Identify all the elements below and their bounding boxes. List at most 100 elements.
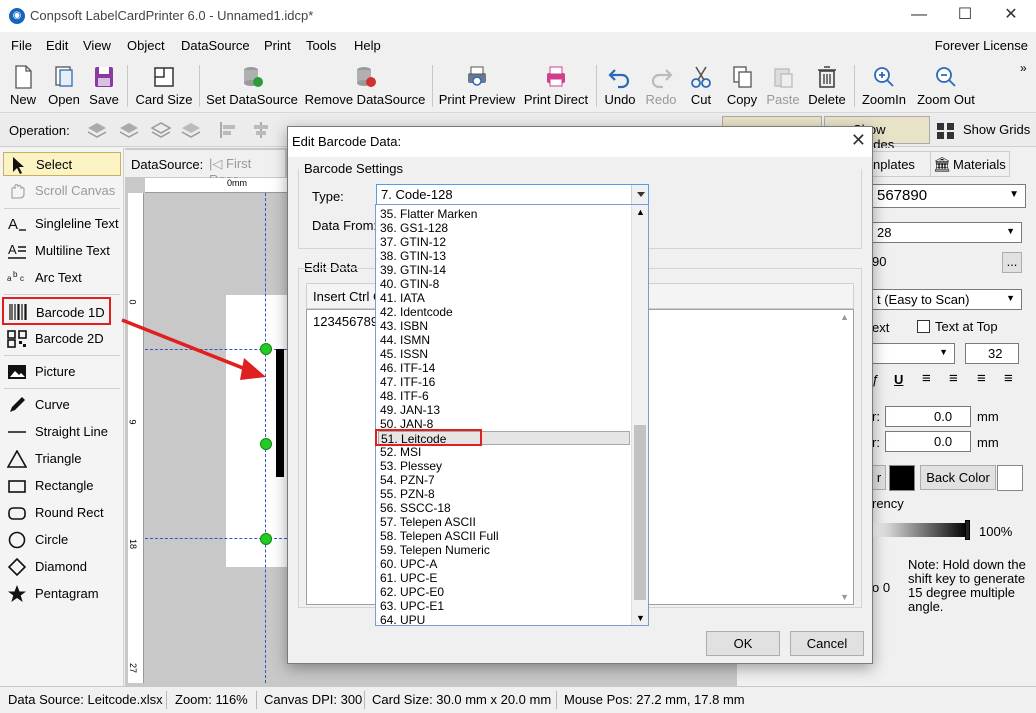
scroll-up-icon[interactable]: ▲ — [840, 312, 849, 322]
x-position-spinner[interactable]: 0.0 — [885, 406, 971, 427]
menu-help[interactable]: Help — [354, 38, 381, 53]
barcode-type-option[interactable]: 49. JAN-13 — [378, 403, 630, 417]
y-position-spinner[interactable]: 0.0 — [885, 431, 971, 452]
barcode-type-list[interactable]: 35. Flatter Marken 36. GS1-128 37. GTIN-12… — [375, 204, 649, 627]
scroll-down-icon[interactable]: ▼ — [636, 613, 645, 623]
tool-barcode-2d[interactable]: Barcode 2D — [3, 327, 121, 351]
barcode-type-option[interactable]: 62. UPC-E0 — [378, 585, 630, 599]
print-preview-button[interactable]: Print Preview — [438, 61, 516, 111]
barcode-type-option[interactable]: 56. SSCC-18 — [378, 501, 630, 515]
tool-triangle[interactable]: Triangle — [3, 447, 121, 471]
font-combo[interactable]: ▼ — [872, 343, 955, 364]
font-size-spinner[interactable]: 32 — [965, 343, 1019, 364]
underline-icon[interactable]: U — [894, 372, 903, 387]
transparency-slider[interactable] — [872, 523, 968, 537]
insert-ctrl-button[interactable]: Insert Ctrl C — [313, 289, 382, 304]
barcode-type-option[interactable]: 40. GTIN-8 — [378, 277, 630, 291]
align-right-icon[interactable]: ≡ — [977, 370, 986, 387]
barcode-type-option[interactable]: 60. UPC-A — [378, 557, 630, 571]
barcode-type-option[interactable]: 47. ITF-16 — [378, 375, 630, 389]
paste-button[interactable]: Paste — [764, 61, 802, 111]
cut-button[interactable]: Cut — [684, 61, 718, 111]
barcode-type-option[interactable]: 35. Flatter Marken — [378, 207, 630, 221]
resize-handle[interactable] — [260, 533, 272, 545]
barcode-type-option[interactable]: 48. ITF-6 — [378, 389, 630, 403]
menu-edit[interactable]: Edit — [46, 38, 68, 53]
tab-templates[interactable]: nplates — [872, 151, 932, 177]
toolbar-overflow-icon[interactable]: » — [1020, 61, 1027, 75]
redo-button[interactable]: Redo — [642, 61, 680, 111]
align-center-icon[interactable] — [250, 120, 272, 140]
close-button[interactable]: ✕ — [988, 0, 1034, 32]
text-at-top-checkbox[interactable] — [917, 320, 930, 333]
menu-datasource[interactable]: DataSource — [181, 38, 250, 53]
barcode-type-option[interactable]: 61. UPC-E — [378, 571, 630, 585]
layer-up-icon[interactable] — [118, 120, 140, 140]
barcode-type-option[interactable]: 43. ISBN — [378, 319, 630, 333]
transparency-slider-thumb[interactable] — [965, 520, 970, 540]
tool-scroll-canvas[interactable]: Scroll Canvas — [3, 179, 121, 203]
tool-round-rect[interactable]: Round Rect — [3, 501, 121, 525]
barcode-type-option[interactable]: 42. Identcode — [378, 305, 630, 319]
tool-select[interactable]: Select — [3, 152, 121, 176]
cancel-button[interactable]: Cancel — [790, 631, 864, 656]
zoom-out-button[interactable]: Zoom Out — [914, 61, 978, 111]
tool-singleline-text[interactable]: A Singleline Text — [3, 212, 121, 236]
barcode-type-dropdown[interactable]: 7. Code-128 — [376, 184, 649, 206]
barcode-type-option[interactable]: 64. UPU — [378, 613, 630, 627]
menu-tools[interactable]: Tools — [306, 38, 336, 53]
align-center-icon[interactable]: ≡ — [949, 370, 958, 387]
barcode-type-option[interactable]: 38. GTIN-13 — [378, 249, 630, 263]
tool-barcode-1d[interactable]: Barcode 1D — [2, 297, 111, 325]
tool-diamond[interactable]: Diamond — [3, 555, 121, 579]
open-button[interactable]: Open — [44, 61, 84, 111]
barcode-type-option[interactable]: 57. Telepen ASCII — [378, 515, 630, 529]
barcode-type-option[interactable]: 52. MSI — [378, 445, 630, 459]
print-direct-button[interactable]: Print Direct — [522, 61, 590, 111]
tool-multiline-text[interactable]: A Multiline Text — [3, 239, 121, 263]
fore-color-swatch[interactable] — [889, 465, 915, 491]
barcode-value-combo[interactable]: 567890 ▼ — [872, 184, 1026, 208]
back-color-swatch[interactable] — [997, 465, 1023, 491]
dropdown-scrollbar-thumb[interactable] — [634, 425, 646, 600]
barcode-type-option[interactable]: 39. GTIN-14 — [378, 263, 630, 277]
menu-object[interactable]: Object — [127, 38, 165, 53]
minimize-button[interactable]: — — [896, 0, 942, 32]
barcode-type-option[interactable]: 44. ISMN — [378, 333, 630, 347]
barcode-type-option[interactable]: 36. GS1-128 — [378, 221, 630, 235]
barcode-type-option[interactable]: 45. ISSN — [378, 347, 630, 361]
tool-rectangle[interactable]: Rectangle — [3, 474, 121, 498]
dialog-close-icon[interactable]: ✕ — [851, 130, 866, 151]
tool-arc-text[interactable]: abc Arc Text — [3, 266, 121, 290]
back-color-button[interactable]: Back Color — [920, 465, 996, 490]
italic-icon[interactable]: ƒ — [872, 372, 879, 387]
copy-button[interactable]: Copy — [722, 61, 762, 111]
menu-view[interactable]: View — [83, 38, 111, 53]
fore-color-button[interactable]: r — [872, 465, 886, 490]
ok-button[interactable]: OK — [706, 631, 780, 656]
save-button[interactable]: Save — [86, 61, 122, 111]
menu-print[interactable]: Print — [264, 38, 291, 53]
show-grids-toggle[interactable]: Show Grids — [963, 122, 1030, 137]
scroll-up-icon[interactable]: ▲ — [636, 207, 645, 217]
resize-handle[interactable] — [260, 438, 272, 450]
tool-pentagram[interactable]: Pentagram — [3, 582, 121, 606]
tool-picture[interactable]: Picture — [3, 360, 121, 384]
barcode-type-option[interactable]: 59. Telepen Numeric — [378, 543, 630, 557]
dropdown-scrollbar[interactable]: ▲ ▼ — [631, 205, 648, 625]
justify-icon[interactable]: ≡ — [1004, 370, 1013, 387]
tool-curve[interactable]: Curve — [3, 393, 121, 417]
remove-datasource-button[interactable]: Remove DataSource — [304, 61, 426, 111]
maximize-button[interactable]: ☐ — [942, 0, 988, 32]
barcode-type-option[interactable]: 54. PZN-7 — [378, 473, 630, 487]
barcode-type-option[interactable]: 46. ITF-14 — [378, 361, 630, 375]
scroll-down-icon[interactable]: ▼ — [840, 592, 849, 602]
barcode-type-option[interactable]: 53. Plessey — [378, 459, 630, 473]
set-datasource-button[interactable]: Set DataSource — [205, 61, 299, 111]
tool-circle[interactable]: Circle — [3, 528, 121, 552]
check-char-combo[interactable]: t (Easy to Scan) ▼ — [872, 289, 1022, 310]
align-left-icon[interactable] — [218, 120, 240, 140]
data-value-field[interactable]: 90 — [872, 252, 1002, 273]
new-button[interactable]: New — [4, 61, 42, 111]
data-browse-button[interactable]: ... — [1002, 252, 1022, 273]
